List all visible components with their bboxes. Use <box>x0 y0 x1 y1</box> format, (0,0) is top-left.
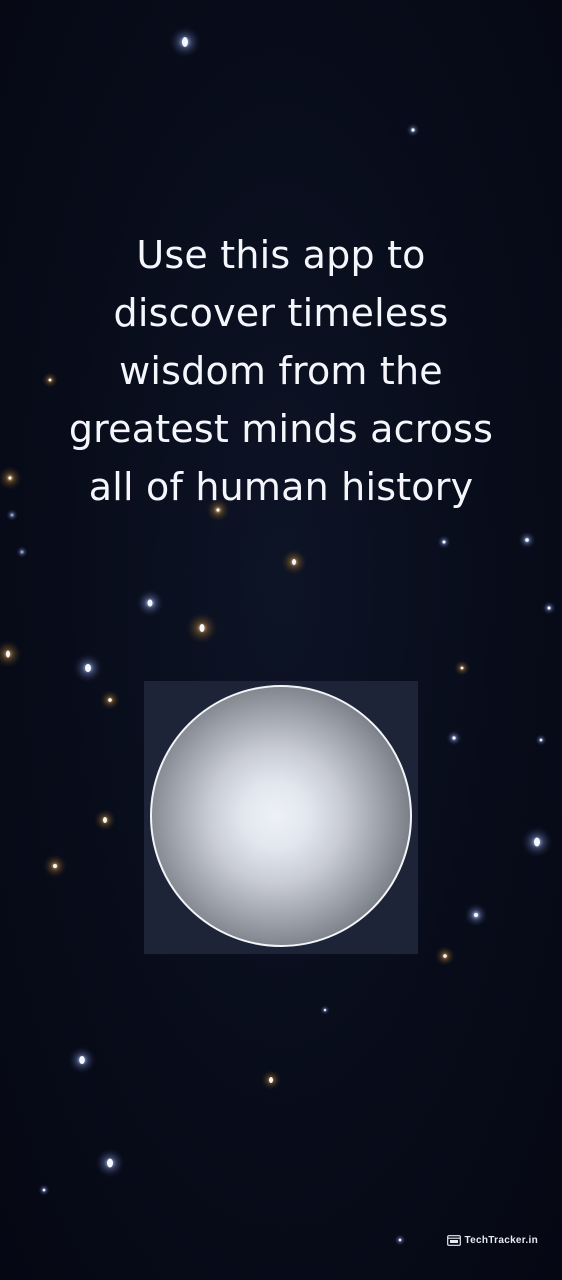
intro-line-3: wisdom from the <box>119 349 443 393</box>
browser-window-icon <box>446 1235 461 1246</box>
intro-line-2: discover timeless <box>113 291 449 335</box>
glowing-orb-icon[interactable] <box>150 685 412 947</box>
watermark: TechTracker.in <box>446 1235 539 1246</box>
onboarding-screen: Use this app to discover timeless wisdom… <box>0 0 562 1280</box>
intro-line-1: Use this app to <box>136 233 426 277</box>
star-glows <box>0 26 556 1246</box>
intro-line-5: all of human history <box>88 465 474 509</box>
intro-line-4: greatest minds across <box>68 407 494 451</box>
star-cores <box>6 37 551 1242</box>
starfield-background <box>0 26 556 1246</box>
watermark-text: TechTracker.in <box>464 1235 538 1246</box>
orb-panel <box>144 681 418 954</box>
intro-text: Use this app to discover timeless wisdom… <box>40 226 522 516</box>
